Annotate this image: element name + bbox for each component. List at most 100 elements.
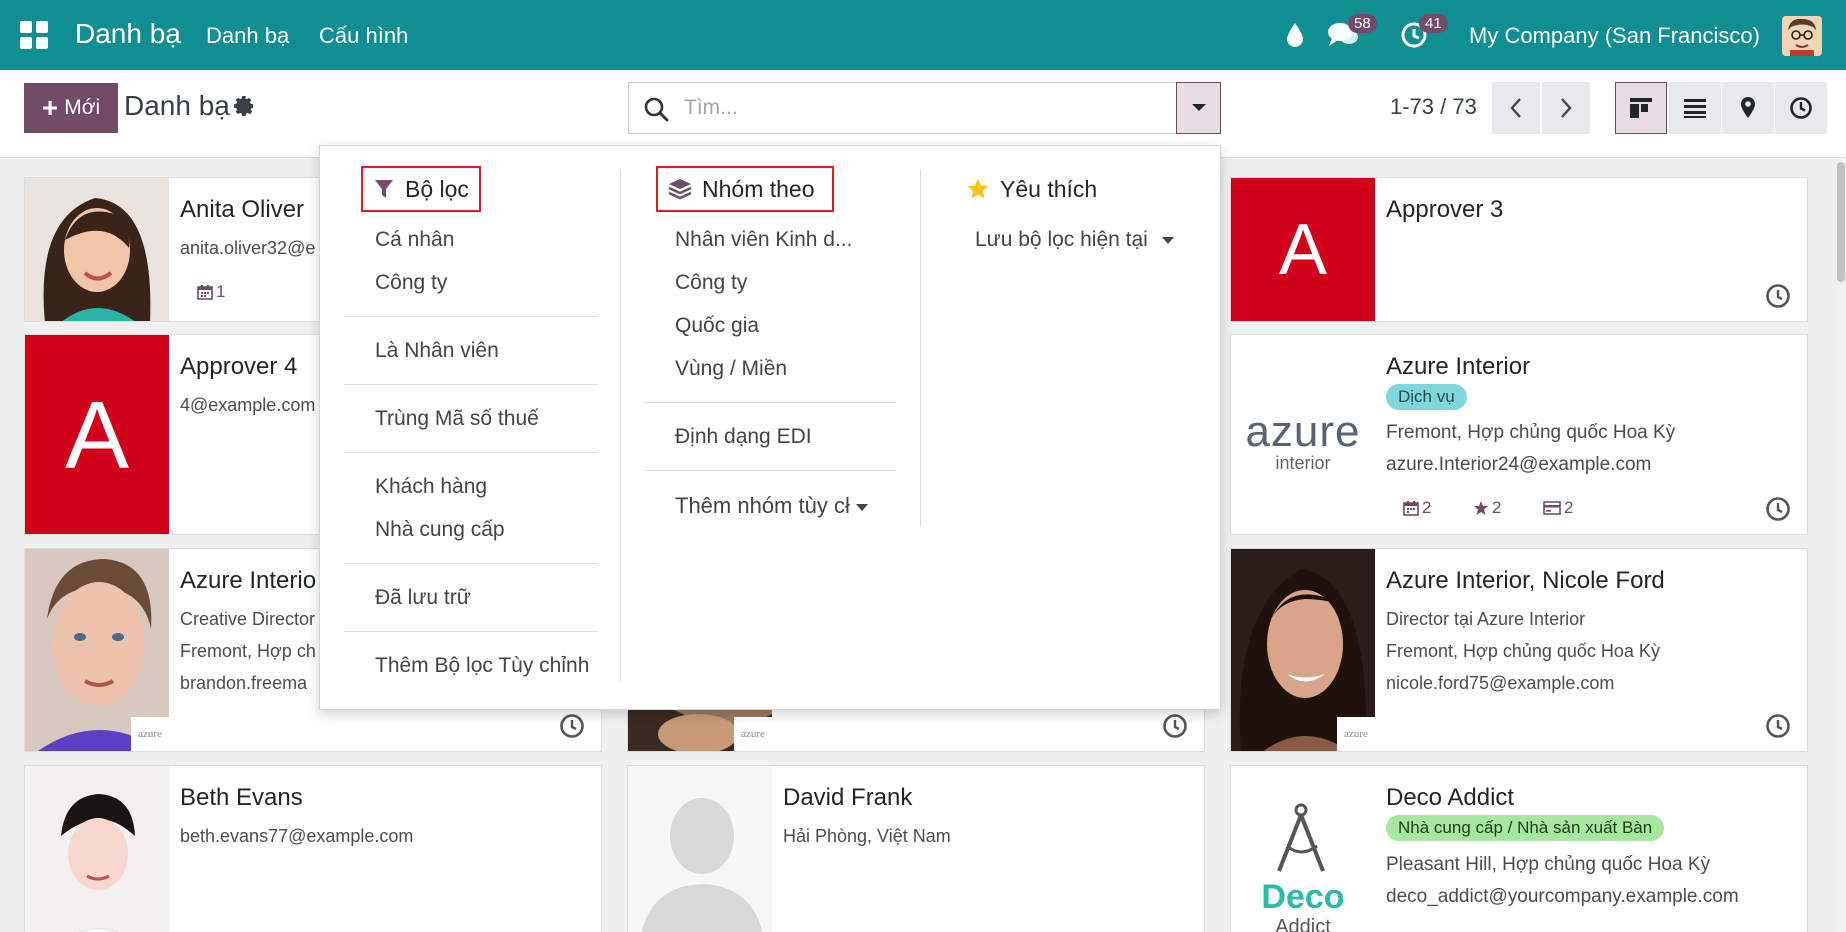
search-icon [644, 97, 669, 122]
company-logo-badge: azure [1337, 717, 1375, 751]
map-view-button[interactable] [1722, 82, 1774, 134]
contact-card-deco-addict[interactable]: Deco Addict Deco Addict Nhà cung cấp / N… [1230, 765, 1808, 932]
save-current-search-label: Lưu bộ lọc hiện tại [975, 228, 1148, 251]
group-by-salesperson[interactable]: Nhân viên Kinh d... [675, 228, 852, 252]
star-icon [967, 178, 989, 199]
search-input[interactable] [684, 93, 1154, 123]
kanban-view-button[interactable] [1615, 82, 1667, 134]
app-title[interactable]: Danh bạ [75, 18, 181, 50]
menu-configuration[interactable]: Cấu hình [319, 23, 408, 49]
activity-clock-icon[interactable] [1765, 713, 1791, 739]
company-switcher[interactable]: My Company (San Francisco) [1469, 23, 1760, 49]
contact-email: nicole.ford75@example.com [1386, 673, 1615, 693]
caret-down-icon [1191, 104, 1206, 111]
activities-badge: 41 [1419, 14, 1448, 33]
star-icon [1474, 501, 1488, 515]
group-by-heading-label: Nhóm theo [702, 175, 815, 202]
company-logo-badge: azure [131, 717, 169, 751]
opportunities-count[interactable]: 2 [1473, 498, 1501, 518]
contact-email: beth.evans77@example.com [180, 826, 414, 846]
company-logo-badge: azure [734, 717, 772, 751]
contact-name: Deco Addict [1386, 784, 1515, 811]
group-by-country[interactable]: Quốc gia [675, 314, 759, 338]
scrollbar-thumb[interactable] [1837, 162, 1845, 282]
filter-individuals[interactable]: Cá nhân [375, 228, 454, 252]
group-by-edi-format[interactable]: Định dạng EDI [675, 425, 812, 449]
activity-clock-icon[interactable] [1765, 283, 1791, 309]
contact-card-approver-3[interactable]: A Approver 3 [1230, 177, 1808, 322]
calendar-icon [197, 285, 213, 300]
activity-view-button[interactable] [1775, 82, 1827, 134]
contact-address: Pleasant Hill, Hợp chủng quốc Hoa Kỳ [1386, 854, 1711, 875]
divider [644, 470, 896, 471]
contact-initial: A [64, 382, 130, 489]
filter-customers[interactable]: Khách hàng [375, 475, 487, 499]
activity-clock-icon[interactable] [1765, 496, 1791, 522]
contact-name: Azure Interior [1386, 353, 1531, 380]
contact-address: Fremont, Hợp chủng quốc Hoa Kỳ [1386, 641, 1660, 661]
contact-initial-avatar: A [1231, 178, 1375, 321]
pager-value[interactable]: 1-73 / 73 [1390, 94, 1477, 120]
contact-card-azure-interior[interactable]: azure interior Azure Interior Dịch vụ Fr… [1230, 334, 1808, 535]
contact-card-nicole-ford[interactable]: azure Azure Interior, Nicole Ford Direct… [1230, 548, 1808, 752]
activity-clock-icon[interactable] [559, 713, 585, 739]
contact-photo [25, 766, 169, 932]
divider [344, 316, 598, 317]
top-navbar: Danh bạ Danh bạ Cấu hình 58 41 My Compan… [0, 0, 1846, 70]
contact-card-beth-evans[interactable]: Beth Evans beth.evans77@example.com [24, 765, 602, 932]
caret-down-icon [855, 503, 868, 511]
page-title: Danh bạ [124, 90, 230, 121]
add-custom-filter[interactable]: Thêm Bộ lọc Tùy chỉnh [375, 654, 589, 678]
list-view-button[interactable] [1669, 82, 1721, 134]
contact-function: Creative Director [180, 609, 316, 629]
menu-contacts[interactable]: Danh bạ [206, 23, 289, 49]
gear-icon[interactable] [232, 94, 256, 118]
favorites-heading-label: Yêu thích [1000, 175, 1098, 202]
group-by-heading: Nhóm theo [656, 166, 834, 212]
contact-card-david-frank[interactable]: David Frank Hải Phòng, Việt Nam [627, 765, 1205, 932]
app-menu-icon[interactable] [20, 21, 48, 49]
list-icon [1684, 99, 1706, 118]
contact-name: Approver 3 [1386, 196, 1504, 223]
activity-clock-icon[interactable] [1162, 713, 1188, 739]
filter-duplicate-vat[interactable]: Trùng Mã số thuế [375, 407, 539, 431]
plus-icon: + [41, 92, 59, 123]
company-logo: azure interior [1231, 335, 1375, 534]
pager-previous-button[interactable] [1492, 82, 1540, 134]
contact-photo-placeholder [628, 766, 772, 932]
search-options-toggle[interactable] [1176, 82, 1221, 134]
contact-email: 4@example.com [180, 395, 316, 415]
divider [344, 631, 598, 632]
chevron-left-icon [1510, 98, 1521, 118]
opportunities-count-value: 2 [1492, 498, 1502, 517]
logo-wordmark: Deco [1261, 878, 1345, 916]
contact-email: anita.oliver32@e [180, 238, 316, 258]
caret-down-icon [1161, 236, 1174, 244]
group-by-company[interactable]: Công ty [675, 271, 747, 295]
meetings-count[interactable]: 1 [197, 282, 225, 302]
contact-name: Beth Evans [180, 784, 303, 811]
meetings-count-value: 1 [216, 282, 226, 301]
user-avatar[interactable] [1782, 16, 1822, 56]
filter-archived[interactable]: Đã lưu trữ [375, 586, 471, 610]
divider [344, 384, 598, 385]
invoices-count[interactable]: 2 [1543, 498, 1573, 518]
new-button[interactable]: + Mới [24, 83, 118, 133]
contact-name: David Frank [783, 784, 913, 811]
group-by-state[interactable]: Vùng / Miền [675, 357, 787, 381]
page-scrollbar[interactable] [1836, 158, 1846, 932]
contact-email: brandon.freema [180, 673, 308, 693]
activities-icon[interactable]: 41 [1397, 14, 1448, 52]
filter-companies[interactable]: Công ty [375, 271, 447, 295]
logo-wordmark: azure [1245, 407, 1361, 456]
save-current-search[interactable]: Lưu bộ lọc hiện tại [975, 228, 1174, 252]
debug-droplet-icon[interactable] [1283, 18, 1307, 52]
add-custom-group[interactable]: Thêm nhóm tùy cł [675, 493, 868, 519]
filter-is-employee[interactable]: Là Nhân viên [375, 339, 499, 363]
meetings-count[interactable]: 2 [1403, 498, 1431, 518]
messages-icon[interactable]: 58 [1326, 14, 1377, 52]
layers-icon [668, 179, 692, 200]
column-divider [620, 170, 621, 682]
pager-next-button[interactable] [1542, 82, 1590, 134]
filter-vendors[interactable]: Nhà cung cấp [375, 518, 505, 542]
